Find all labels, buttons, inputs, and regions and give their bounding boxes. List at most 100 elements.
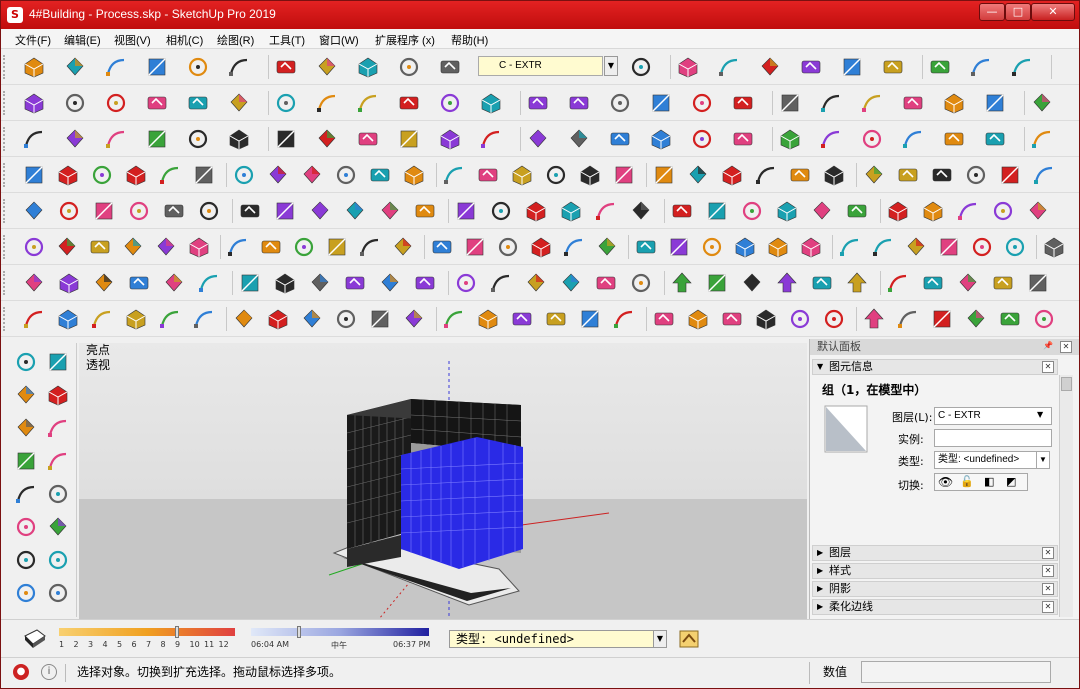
cut-plane-icon[interactable] bbox=[941, 90, 967, 116]
fog-icon[interactable] bbox=[929, 162, 955, 188]
rectangle-icon[interactable] bbox=[13, 448, 39, 474]
cube-green-icon[interactable] bbox=[929, 306, 955, 332]
leaf-icon[interactable] bbox=[291, 234, 317, 260]
pie-icon[interactable] bbox=[45, 547, 71, 573]
move-icon[interactable] bbox=[314, 90, 340, 116]
open-folder-icon[interactable] bbox=[62, 54, 88, 80]
house-iso-icon[interactable] bbox=[628, 54, 654, 80]
camera-icon[interactable] bbox=[1029, 90, 1055, 116]
eraser-icon[interactable] bbox=[45, 382, 71, 408]
rotated-rect-icon[interactable] bbox=[126, 198, 152, 224]
rounded-shape-icon[interactable] bbox=[699, 234, 725, 260]
menu-file[interactable]: 文件(F) bbox=[15, 32, 51, 48]
panel-styles-close[interactable]: ✕ bbox=[1042, 565, 1054, 577]
align-center-icon[interactable] bbox=[185, 126, 211, 152]
zoom-icon[interactable] bbox=[89, 162, 115, 188]
pin-icon[interactable]: 📌 bbox=[1042, 341, 1054, 353]
cubes-red-icon[interactable] bbox=[1041, 234, 1067, 260]
grid-icon[interactable] bbox=[314, 126, 340, 152]
orbit-icon[interactable] bbox=[21, 162, 47, 188]
dim-arrow-icon[interactable] bbox=[401, 306, 427, 332]
cube-multi-icon[interactable] bbox=[903, 234, 929, 260]
component-icon[interactable] bbox=[651, 162, 677, 188]
rectangle-red-icon[interactable] bbox=[91, 198, 117, 224]
brick-icon[interactable] bbox=[377, 198, 403, 224]
arc-icon[interactable] bbox=[144, 90, 170, 116]
account-icon[interactable] bbox=[900, 90, 926, 116]
tape-icon[interactable] bbox=[21, 234, 47, 260]
walk-icon[interactable] bbox=[299, 162, 325, 188]
green-v-arrow[interactable] bbox=[809, 270, 835, 296]
stack-lines-icon[interactable] bbox=[272, 270, 298, 296]
mushroom-icon[interactable] bbox=[607, 126, 633, 152]
curve-icon[interactable] bbox=[342, 198, 368, 224]
pencil-icon[interactable] bbox=[103, 90, 129, 116]
shaded-style-icon[interactable] bbox=[1009, 54, 1035, 80]
panel-soften[interactable]: ▶ 柔化边线 bbox=[812, 599, 1058, 615]
ghost-icon[interactable] bbox=[1031, 306, 1057, 332]
rotate-icon[interactable] bbox=[401, 162, 427, 188]
delete-link-icon[interactable] bbox=[900, 126, 926, 152]
terrain-a-icon[interactable] bbox=[453, 198, 479, 224]
house-back-icon[interactable] bbox=[798, 54, 824, 80]
geo-location-icon[interactable]: ● bbox=[13, 664, 29, 680]
tower-icon[interactable] bbox=[628, 270, 654, 296]
align-right-icon[interactable] bbox=[226, 126, 252, 152]
scenes-icon[interactable] bbox=[861, 162, 887, 188]
model-viewport[interactable]: 亮点 透视 bbox=[79, 343, 807, 619]
toolbar-grip[interactable] bbox=[3, 271, 9, 295]
text-i-icon[interactable] bbox=[441, 306, 467, 332]
mat-a-icon[interactable] bbox=[628, 198, 654, 224]
eraser-icon[interactable] bbox=[62, 90, 88, 116]
mat-b-icon[interactable] bbox=[669, 198, 695, 224]
rotate-blue-icon[interactable] bbox=[963, 306, 989, 332]
scale-icon[interactable] bbox=[475, 162, 501, 188]
house-top-icon[interactable] bbox=[716, 54, 742, 80]
tag-icon[interactable] bbox=[809, 198, 835, 224]
palette-icon[interactable] bbox=[787, 162, 813, 188]
type-select[interactable]: 类型: <undefined> bbox=[934, 451, 1038, 469]
curve2-icon[interactable] bbox=[333, 306, 359, 332]
circle-slash-icon[interactable] bbox=[191, 306, 217, 332]
toolbar-grip[interactable] bbox=[3, 163, 9, 187]
undo-icon[interactable] bbox=[314, 54, 340, 80]
map-icon[interactable] bbox=[774, 198, 800, 224]
copy-icon[interactable] bbox=[185, 54, 211, 80]
plant-icon[interactable] bbox=[225, 234, 251, 260]
terrain-b-icon[interactable] bbox=[488, 198, 514, 224]
link-icon[interactable] bbox=[990, 198, 1016, 224]
red-r-arrow[interactable] bbox=[774, 270, 800, 296]
diamond-red2-icon[interactable] bbox=[969, 234, 995, 260]
pan-icon[interactable] bbox=[55, 162, 81, 188]
toolbar-grip[interactable] bbox=[3, 127, 9, 151]
eraser-pink-icon[interactable] bbox=[765, 234, 791, 260]
styles-icon[interactable] bbox=[963, 162, 989, 188]
folder-icon[interactable] bbox=[982, 90, 1008, 116]
building-model[interactable] bbox=[79, 343, 807, 619]
frame-icon[interactable] bbox=[777, 126, 803, 152]
panel-shadows[interactable]: ▶ 阴影 bbox=[812, 581, 1058, 597]
paint-bucket-icon[interactable] bbox=[13, 382, 39, 408]
polygon-icon[interactable] bbox=[196, 198, 222, 224]
mat-d-icon[interactable] bbox=[739, 198, 765, 224]
pencil2-icon[interactable] bbox=[324, 234, 350, 260]
angle-icon[interactable] bbox=[367, 306, 393, 332]
receive-shadow-icon[interactable]: ◧ bbox=[984, 475, 994, 488]
panel-layers-close[interactable]: ✕ bbox=[1042, 547, 1054, 559]
rect-arc-9[interactable] bbox=[633, 234, 659, 260]
rect-slash-icon[interactable] bbox=[89, 306, 115, 332]
window-icon[interactable] bbox=[941, 126, 967, 152]
toolbar-grip[interactable] bbox=[3, 199, 9, 223]
position-camera-icon[interactable] bbox=[231, 162, 257, 188]
measurements-box[interactable] bbox=[861, 661, 1051, 683]
wire-icon[interactable] bbox=[258, 234, 284, 260]
tag-tool-icon[interactable] bbox=[677, 628, 701, 650]
zoom-extents-icon[interactable] bbox=[689, 90, 715, 116]
checker-icon[interactable] bbox=[648, 126, 674, 152]
zoom-icon[interactable] bbox=[648, 90, 674, 116]
cube-blue-icon[interactable] bbox=[611, 306, 637, 332]
panel-icon[interactable] bbox=[196, 270, 222, 296]
cloud-icon[interactable] bbox=[955, 198, 981, 224]
arch-yellow-icon[interactable] bbox=[543, 306, 569, 332]
layer-select[interactable]: C - EXTR bbox=[934, 407, 1052, 425]
